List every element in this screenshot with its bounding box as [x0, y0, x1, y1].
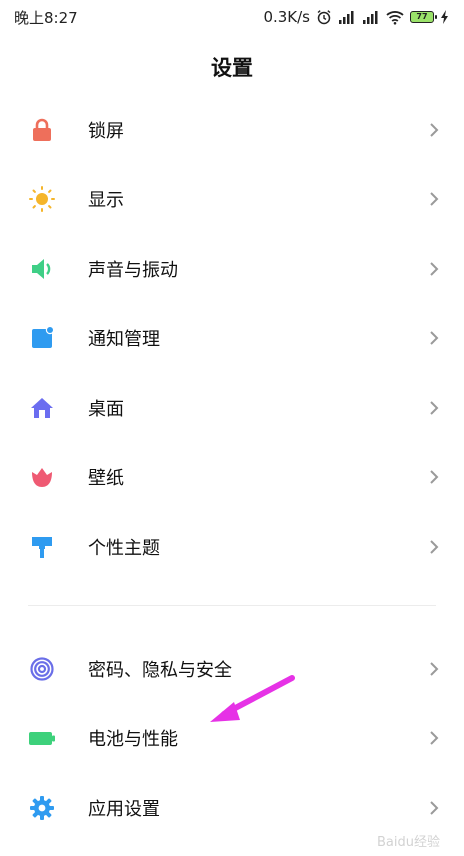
network-speed: 0.3K/s [263, 8, 310, 26]
battery-icon [28, 724, 56, 752]
watermark: Baidu经验 [377, 835, 440, 850]
settings-item-label: 锁屏 [88, 121, 124, 142]
settings-item-label: 声音与振动 [88, 260, 178, 281]
chevron-right-icon [428, 730, 440, 746]
fingerprint-icon [28, 655, 56, 683]
section-divider [28, 605, 436, 606]
settings-item-notification[interactable]: 通知管理 [0, 303, 464, 373]
brush-icon [28, 533, 56, 561]
chevron-right-icon [428, 539, 440, 555]
annotation-arrow [210, 675, 295, 722]
settings-item-lock[interactable]: 锁屏 [0, 95, 464, 165]
page-title: 设置 [211, 56, 253, 80]
home-icon [28, 394, 56, 422]
status-bar: 晚上8:27 0.3K/s 77 [0, 0, 464, 34]
tulip-icon [28, 463, 56, 491]
settings-item-label: 电池与性能 [88, 729, 178, 750]
settings-item-label: 显示 [88, 190, 124, 211]
settings-item-tulip[interactable]: 壁纸 [0, 442, 464, 512]
chevron-right-icon [428, 469, 440, 485]
settings-item-label: 通知管理 [88, 329, 160, 350]
wifi-icon [386, 9, 404, 25]
sun-icon [28, 185, 56, 213]
settings-item-brush[interactable]: 个性主题 [0, 512, 464, 582]
chevron-right-icon [428, 261, 440, 277]
gear-icon [28, 794, 56, 822]
chevron-right-icon [428, 400, 440, 416]
speaker-icon [28, 255, 56, 283]
lock-icon [28, 116, 56, 144]
notification-icon [28, 324, 56, 352]
signal-icon [362, 9, 380, 25]
settings-item-label: 壁纸 [88, 468, 124, 489]
settings-item-home[interactable]: 桌面 [0, 373, 464, 443]
settings-item-label: 桌面 [88, 399, 124, 420]
chevron-right-icon [428, 122, 440, 138]
chevron-right-icon [428, 800, 440, 816]
settings-item-label: 个性主题 [88, 538, 160, 559]
battery-indicator: 77 [410, 11, 437, 23]
settings-item-sun[interactable]: 显示 [0, 164, 464, 234]
chevron-right-icon [428, 191, 440, 207]
hd-signal-icon [338, 9, 356, 25]
charging-icon [440, 10, 450, 24]
settings-item-speaker[interactable]: 声音与振动 [0, 234, 464, 304]
status-icons: 0.3K/s 77 [263, 8, 450, 26]
settings-item-label: 应用设置 [88, 799, 160, 820]
chevron-right-icon [428, 661, 440, 677]
alarm-icon [316, 9, 332, 25]
chevron-right-icon [428, 330, 440, 346]
status-time: 晚上8:27 [14, 8, 78, 27]
